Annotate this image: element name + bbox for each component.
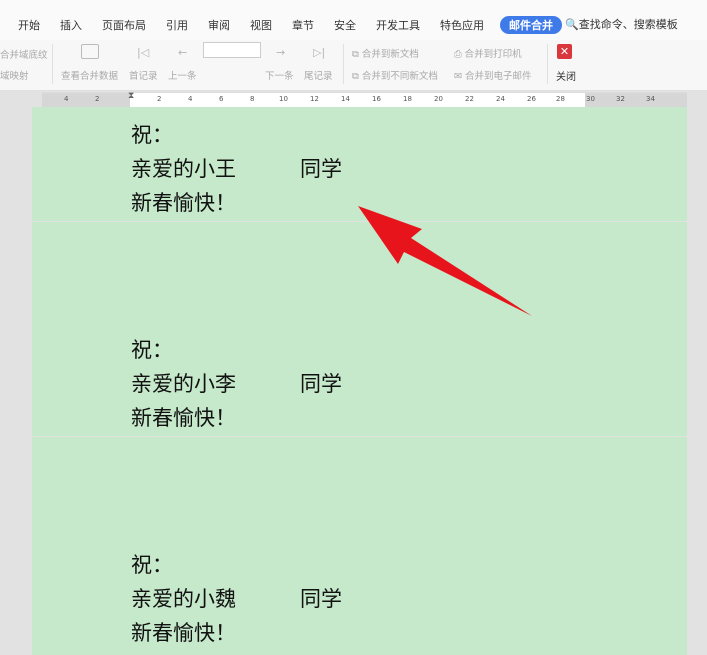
annotation-arrow-icon [358, 206, 532, 316]
